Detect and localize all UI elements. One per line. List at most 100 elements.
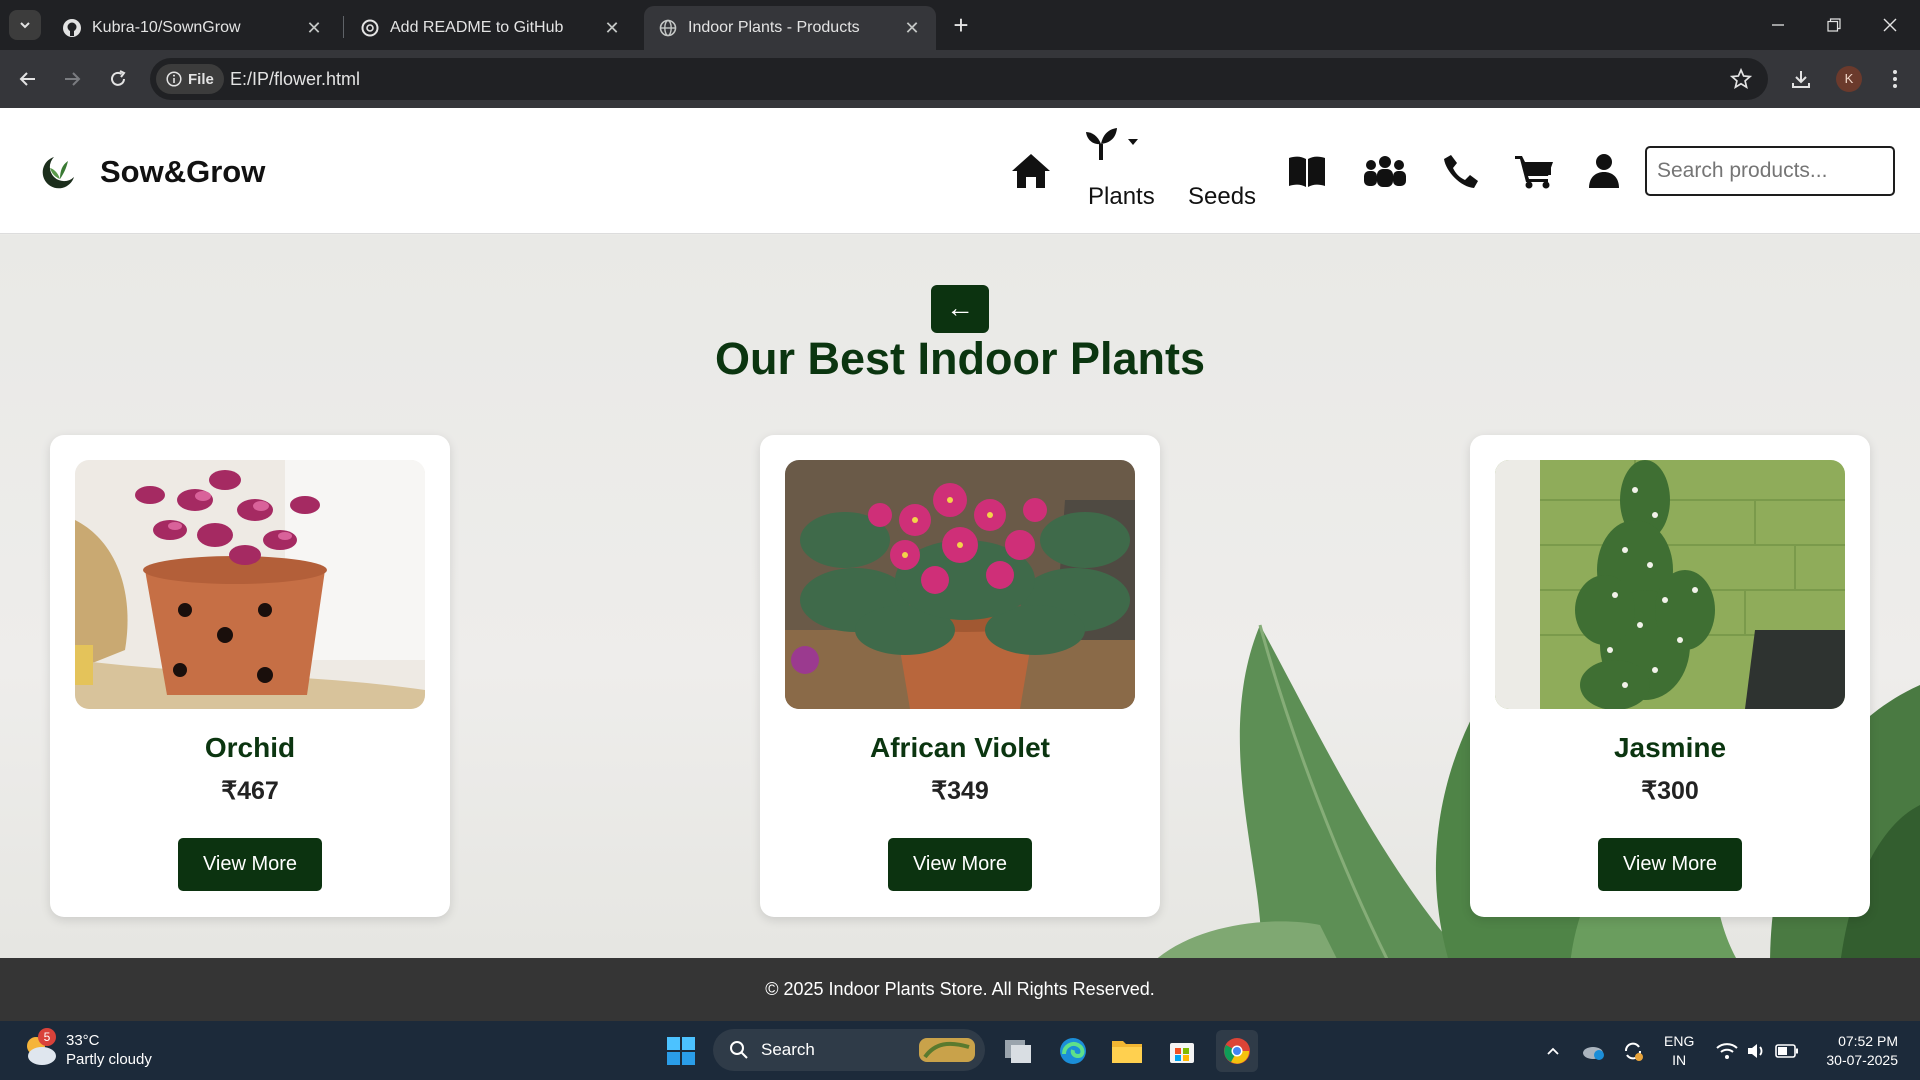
site-footer: © 2025 Indoor Plants Store. All Rights R… <box>0 958 1920 1021</box>
windows-icon <box>667 1037 695 1065</box>
browser-menu-button[interactable] <box>1880 64 1910 94</box>
nav-seeds[interactable]: Seeds <box>1188 183 1256 211</box>
task-view-button[interactable] <box>997 1030 1039 1072</box>
battery-icon[interactable] <box>1772 1021 1802 1080</box>
view-more-button[interactable]: View More <box>1598 838 1742 891</box>
chrome-icon <box>1224 1038 1250 1064</box>
bookmark-star-icon[interactable] <box>1729 67 1753 95</box>
product-name: African Violet <box>870 732 1050 763</box>
nav-plants[interactable]: Plants <box>1088 183 1155 211</box>
clock-date: 30-07-2025 <box>1826 1052 1898 1068</box>
plants-dropdown-toggle[interactable] <box>1082 126 1142 162</box>
weather-widget[interactable]: 5 33°C Partly cloudy <box>22 1028 152 1069</box>
tab-title: Kubra-10/SownGrow <box>92 19 241 36</box>
view-more-button[interactable]: View More <box>888 838 1032 891</box>
product-image-jasmine[interactable] <box>1495 460 1845 709</box>
user-icon[interactable] <box>1586 152 1622 190</box>
reload-button[interactable] <box>103 64 133 94</box>
address-bar[interactable]: File E:/IP/flower.html <box>150 58 1768 100</box>
onedrive-tray-icon[interactable] <box>1578 1021 1608 1080</box>
tab-indoor-plants[interactable]: Indoor Plants - Products ✕ <box>644 6 936 50</box>
phone-icon[interactable] <box>1441 152 1481 190</box>
product-price: ₹349 <box>931 777 989 805</box>
sprout-icon <box>1086 128 1117 160</box>
new-tab-button[interactable]: + <box>947 11 975 39</box>
chevron-up-icon <box>1547 1047 1559 1055</box>
close-icon[interactable]: ✕ <box>902 18 922 38</box>
product-card: Jasmine ₹300 View More <box>1470 435 1870 917</box>
edge-app[interactable] <box>1052 1030 1094 1072</box>
tab-separator <box>343 16 344 38</box>
view-more-button[interactable]: View More <box>178 838 322 891</box>
profile-button[interactable]: K <box>1834 64 1864 94</box>
product-name: Jasmine <box>1613 732 1727 763</box>
product-image-african-violet[interactable] <box>785 460 1135 709</box>
reload-icon <box>111 70 126 86</box>
products-section: ← Our Best Indoor Plants Orchid ₹467 Vie… <box>0 235 1920 958</box>
search-input[interactable] <box>1645 146 1895 196</box>
product-name: Orchid <box>204 732 296 763</box>
close-icon[interactable]: ✕ <box>602 18 622 38</box>
plant-logo-icon[interactable] <box>36 149 80 193</box>
downloads-button[interactable] <box>1786 64 1816 94</box>
region-code: IN <box>1672 1052 1687 1068</box>
chatgpt-icon <box>360 18 380 38</box>
language-indicator[interactable]: ENG IN <box>1664 1032 1694 1070</box>
weather-temp: 33°C <box>66 1032 100 1049</box>
windows-taskbar: 5 33°C Partly cloudy Search ENG IN 07:52… <box>0 1021 1920 1080</box>
store-app[interactable] <box>1161 1030 1203 1072</box>
system-clock[interactable]: 07:52 PM 30-07-2025 <box>1814 1032 1898 1070</box>
web-page: Sow&Grow Plants Seeds Search products...… <box>0 108 1920 1021</box>
tab-kubra[interactable]: Kubra-10/SownGrow ✕ <box>48 6 338 50</box>
wifi-icon[interactable] <box>1712 1021 1742 1080</box>
file-explorer-app[interactable] <box>1106 1030 1148 1072</box>
site-header: Sow&Grow Plants Seeds <box>0 108 1920 234</box>
close-icon[interactable]: ✕ <box>304 18 324 38</box>
chip-label: File <box>188 70 214 88</box>
show-hidden-icons-button[interactable] <box>1540 1021 1566 1080</box>
tab-search-button[interactable] <box>9 10 41 40</box>
product-price: ₹300 <box>1641 777 1699 805</box>
footer-copyright: © 2025 Indoor Plants Store. All Rights R… <box>765 979 1155 999</box>
taskbar-search-label: Search <box>761 1040 815 1059</box>
url-text[interactable]: E:/IP/flower.html <box>230 58 360 100</box>
community-icon[interactable] <box>1362 152 1408 190</box>
github-icon <box>62 18 82 38</box>
tab-title: Add README to GitHub <box>390 19 564 36</box>
minimize-icon <box>1772 24 1784 26</box>
product-image-orchid[interactable] <box>75 460 425 709</box>
arrow-left-icon <box>19 72 35 86</box>
start-button[interactable] <box>660 1030 702 1072</box>
back-nav-button[interactable] <box>13 64 43 94</box>
chrome-app[interactable] <box>1216 1030 1258 1072</box>
search-icon <box>730 1041 748 1059</box>
more-vert-icon <box>1893 70 1897 88</box>
chevron-down-icon <box>20 22 30 29</box>
product-price: ₹467 <box>221 777 279 805</box>
close-window-button[interactable] <box>1862 0 1918 50</box>
home-icon[interactable] <box>1008 150 1054 192</box>
book-icon[interactable] <box>1286 152 1328 190</box>
restore-button[interactable] <box>1806 0 1862 50</box>
forward-nav-button[interactable] <box>57 64 87 94</box>
task-view-icon <box>1005 1040 1031 1063</box>
taskbar-search[interactable]: Search <box>713 1029 985 1071</box>
browser-tab-bar: Kubra-10/SownGrow ✕ Add README to GitHub… <box>0 0 1920 50</box>
site-brand[interactable]: Sow&Grow <box>100 154 265 190</box>
info-icon <box>166 71 182 87</box>
clock-time: 07:52 PM <box>1838 1033 1898 1049</box>
weather-desc: Partly cloudy <box>66 1051 152 1068</box>
sync-tray-icon[interactable] <box>1618 1021 1648 1080</box>
browser-toolbar: File E:/IP/flower.html K <box>0 50 1920 108</box>
site-info-chip[interactable]: File <box>156 64 224 94</box>
volume-icon[interactable] <box>1742 1021 1772 1080</box>
store-icon <box>1170 1043 1194 1063</box>
weather-badge: 5 <box>38 1028 56 1046</box>
arrow-right-icon <box>65 72 81 86</box>
tab-readme[interactable]: Add README to GitHub ✕ <box>346 6 636 50</box>
cart-icon[interactable] <box>1512 152 1556 190</box>
back-button[interactable]: ← <box>931 285 989 333</box>
globe-icon <box>658 18 678 38</box>
page-title: Our Best Indoor Plants <box>714 333 1206 384</box>
minimize-button[interactable] <box>1750 0 1806 50</box>
